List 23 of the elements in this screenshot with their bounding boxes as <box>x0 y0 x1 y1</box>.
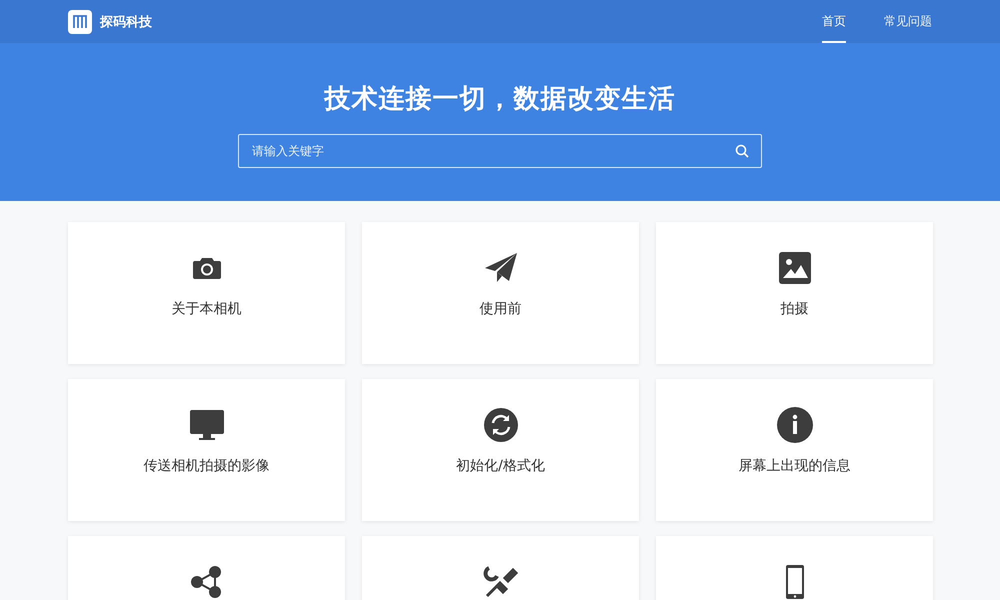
card-label: 初始化/格式化 <box>456 457 545 475</box>
hero-title: 技术连接一切，数据改变生活 <box>324 83 676 116</box>
logo-icon <box>68 10 92 34</box>
card-label: 拍摄 <box>780 300 808 318</box>
card-label: 传送相机拍摄的影像 <box>144 457 270 475</box>
search-icon[interactable] <box>735 144 749 158</box>
category-card[interactable]: 关于本相机 <box>68 222 345 364</box>
category-card[interactable]: 传送相机拍摄的影像 <box>68 379 345 521</box>
search-field[interactable]: 请输入关键字 <box>238 134 762 168</box>
info-icon <box>776 407 812 443</box>
category-card[interactable]: 初始化/格式化 <box>362 379 639 521</box>
monitor-icon <box>188 407 224 443</box>
nav-link[interactable]: 常见问题 <box>884 0 932 43</box>
category-card[interactable]: 使用前 <box>362 222 639 364</box>
card-label: 屏幕上出现的信息 <box>738 457 850 475</box>
category-card[interactable]: 拍摄 <box>656 222 933 364</box>
category-card[interactable]: 屏幕上出现的信息 <box>656 379 933 521</box>
card-label: 关于本相机 <box>172 300 242 318</box>
refresh-icon <box>482 407 518 443</box>
wrench-screwdriver-icon <box>482 564 518 600</box>
brand-name: 探码科技 <box>100 14 152 30</box>
card-label: 使用前 <box>480 300 522 318</box>
image-icon <box>776 250 812 286</box>
